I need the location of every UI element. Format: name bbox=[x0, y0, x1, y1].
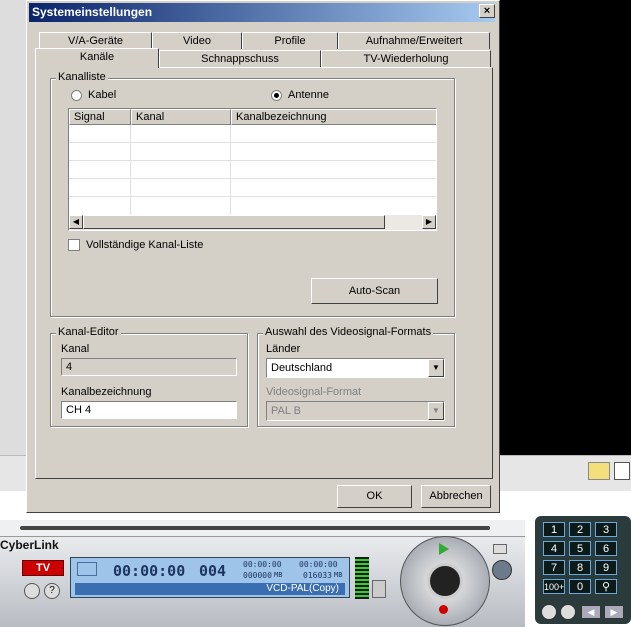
country-value: Deutschland bbox=[271, 362, 333, 374]
key-8[interactable]: 8 bbox=[569, 560, 591, 575]
auto-scan-button[interactable]: Auto-Scan bbox=[311, 278, 438, 304]
help-icon[interactable]: ? bbox=[44, 583, 60, 599]
tab-video[interactable]: Video bbox=[152, 32, 242, 49]
radio-cable-label: Kabel bbox=[88, 89, 117, 101]
radio-antenna[interactable] bbox=[271, 90, 282, 101]
channel-prev-icon[interactable]: ◀ bbox=[581, 605, 601, 619]
video-format-value: PAL B bbox=[271, 405, 301, 417]
time-display: 00:00:00 bbox=[113, 562, 186, 580]
full-channel-list-label: Vollständige Kanal-Liste bbox=[86, 239, 204, 251]
channel-list-table[interactable]: Signal Kanal Kanalbezeichnung ◀ ▶ bbox=[68, 108, 437, 231]
size1-unit: MB bbox=[274, 571, 283, 579]
key-3[interactable]: 3 bbox=[595, 522, 617, 537]
grid-row-sep bbox=[69, 142, 436, 143]
minimize-icon[interactable] bbox=[493, 544, 507, 554]
key-1[interactable]: 1 bbox=[543, 522, 565, 537]
export-icon[interactable] bbox=[588, 462, 610, 480]
volume-meter bbox=[355, 557, 369, 599]
key-100plus[interactable]: 100+ bbox=[543, 579, 565, 594]
settings-dialog: Systemeinstellungen × V/A-Geräte Video P… bbox=[26, 0, 500, 513]
channel-number-display: 004 bbox=[199, 562, 227, 580]
grid-col-sep bbox=[230, 125, 231, 215]
channel-name-input[interactable]: CH 4 bbox=[61, 401, 237, 419]
scrollbar-thumb[interactable] bbox=[83, 215, 385, 229]
cancel-button[interactable]: Abbrechen bbox=[421, 485, 491, 508]
key-0[interactable]: 0 bbox=[569, 579, 591, 594]
settings-icon[interactable] bbox=[24, 583, 40, 599]
tab-tv-replay[interactable]: TV-Wiederholung bbox=[321, 50, 491, 67]
rec-time-display: 00:00:00 bbox=[243, 560, 282, 569]
size1-display: 000000 bbox=[243, 571, 272, 580]
seek-bar[interactable] bbox=[20, 526, 490, 530]
key-4[interactable]: 4 bbox=[543, 541, 565, 556]
tab-profiles[interactable]: Profile bbox=[242, 32, 338, 49]
tab-recording-advanced[interactable]: Aufnahme/Erweitert bbox=[338, 32, 490, 49]
channel-editor-title: Kanal-Editor bbox=[56, 326, 121, 338]
radio-cable[interactable] bbox=[71, 90, 82, 101]
column-header-channel[interactable]: Kanal bbox=[131, 109, 231, 125]
play-icon[interactable] bbox=[439, 543, 449, 555]
key-7[interactable]: 7 bbox=[543, 560, 565, 575]
brand-logo: CyberLink bbox=[0, 538, 59, 552]
swap-icon[interactable] bbox=[560, 604, 576, 620]
scroll-left-icon[interactable]: ◀ bbox=[69, 215, 83, 229]
column-header-channel-name[interactable]: Kanalbezeichnung bbox=[231, 109, 436, 125]
full-channel-list-checkbox[interactable] bbox=[68, 239, 80, 251]
country-label: Länder bbox=[266, 343, 301, 355]
radio-antenna-dot bbox=[274, 93, 279, 98]
channel-keypad: 1 2 3 4 5 6 7 8 9 100+ 0 ⚲ ◀ ▶ bbox=[535, 516, 631, 624]
channel-next-icon[interactable]: ▶ bbox=[604, 605, 624, 619]
key-6[interactable]: 6 bbox=[595, 541, 617, 556]
tab-va-devices[interactable]: V/A-Geräte bbox=[39, 32, 152, 49]
column-header-signal[interactable]: Signal bbox=[69, 109, 131, 125]
horizontal-scrollbar[interactable]: ◀ ▶ bbox=[69, 215, 436, 230]
radio-antenna-label: Antenne bbox=[288, 89, 329, 101]
window-icon[interactable] bbox=[614, 462, 630, 480]
volume-icon[interactable] bbox=[372, 580, 386, 598]
refresh-icon[interactable] bbox=[541, 604, 557, 620]
channel-field: 4 bbox=[61, 358, 237, 376]
grid-row-sep bbox=[69, 196, 436, 197]
chevron-down-icon[interactable]: ▼ bbox=[428, 359, 444, 377]
channel-list-title: Kanalliste bbox=[56, 71, 108, 83]
stop-icon[interactable] bbox=[439, 605, 448, 614]
chevron-down-icon[interactable]: ▼ bbox=[428, 402, 444, 420]
tab-snapshot[interactable]: Schnappschuss bbox=[159, 50, 321, 67]
close-button[interactable]: × bbox=[479, 4, 495, 18]
video-format-label: Videosignal-Format bbox=[266, 386, 362, 398]
video-format-title: Auswahl des Videosignal-Formats bbox=[263, 326, 434, 338]
channel-label: Kanal bbox=[61, 343, 90, 355]
key-9[interactable]: 9 bbox=[595, 560, 617, 575]
profile-display[interactable]: VCD-PAL(Copy) bbox=[75, 583, 345, 595]
camera-icon bbox=[77, 562, 97, 576]
size2-display: 016033 bbox=[303, 571, 332, 580]
rec-time2-display: 00:00:00 bbox=[299, 560, 338, 569]
grid-row-sep bbox=[69, 160, 436, 161]
lcd-display: 00:00:00 004 00:00:00 00:00:00 000000 MB… bbox=[70, 557, 350, 598]
grid-row-sep bbox=[69, 178, 436, 179]
size2-unit: MB bbox=[334, 571, 343, 579]
snapshot-icon[interactable] bbox=[492, 560, 512, 580]
playback-control-wheel[interactable] bbox=[400, 536, 490, 626]
tv-badge[interactable]: TV bbox=[22, 560, 64, 576]
country-dropdown[interactable]: Deutschland ▼ bbox=[266, 358, 445, 378]
channel-name-label: Kanalbezeichnung bbox=[61, 386, 152, 398]
background-window-edge bbox=[0, 0, 27, 490]
key-2[interactable]: 2 bbox=[569, 522, 591, 537]
key-5[interactable]: 5 bbox=[569, 541, 591, 556]
scroll-right-icon[interactable]: ▶ bbox=[422, 215, 436, 229]
grid-col-sep bbox=[130, 125, 131, 215]
dialog-title: Systemeinstellungen bbox=[29, 3, 495, 22]
video-format-dropdown[interactable]: PAL B ▼ bbox=[266, 401, 445, 421]
tab-channels[interactable]: Kanäle bbox=[35, 48, 159, 68]
record-icon[interactable] bbox=[427, 563, 463, 599]
ok-button[interactable]: OK bbox=[337, 485, 412, 508]
search-icon[interactable]: ⚲ bbox=[595, 579, 617, 594]
